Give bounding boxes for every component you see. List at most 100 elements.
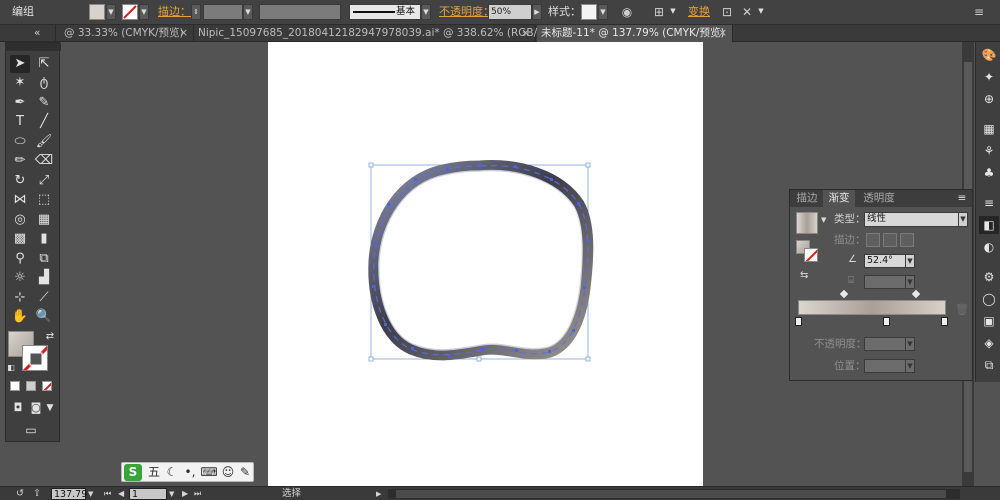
- opacity-input[interactable]: 50%: [488, 4, 532, 20]
- stop-location-input[interactable]: [864, 359, 906, 373]
- magic-wand-tool-icon[interactable]: ✶: [10, 74, 30, 92]
- angle-dropdown[interactable]: ▼: [905, 254, 915, 268]
- gradient-stop[interactable]: [795, 317, 802, 326]
- gradient-stop[interactable]: [883, 317, 890, 326]
- artboard-dropdown[interactable]: ▼: [169, 488, 177, 500]
- zoom-input[interactable]: 137.79: [51, 488, 87, 500]
- zoom-tool-icon[interactable]: 🔍: [34, 308, 54, 326]
- shape-builder-tool-icon[interactable]: ◎: [10, 211, 30, 229]
- gradient-tool-icon[interactable]: ▮: [34, 230, 54, 248]
- screen-mode-icon[interactable]: ▭: [20, 421, 42, 439]
- color-icon[interactable]: 🎨: [979, 46, 999, 64]
- tab-document-2[interactable]: Nipic_15097685_20180412182947978039.ai* …: [194, 25, 562, 42]
- perspective-grid-tool-icon[interactable]: ▦: [34, 211, 54, 229]
- rotate-view-icon[interactable]: ↺: [16, 488, 28, 500]
- angle-input[interactable]: 52.4°: [864, 254, 906, 268]
- transform-dropdown[interactable]: ▼: [756, 4, 766, 20]
- color-guide-icon[interactable]: ✦: [979, 68, 999, 86]
- scale-tool-icon[interactable]: ⤢: [34, 172, 54, 190]
- stroke-along-icon[interactable]: [883, 233, 897, 247]
- stroke-weight-field[interactable]: [203, 4, 243, 20]
- stroke-color-swatch[interactable]: [122, 4, 138, 20]
- artwork-canvas[interactable]: [268, 42, 703, 486]
- ring-shape[interactable]: [368, 160, 594, 361]
- last-artboard-icon[interactable]: ⏭: [194, 488, 206, 500]
- stroke-swatch[interactable]: [804, 248, 818, 262]
- paintbrush-tool-icon[interactable]: 🖌: [34, 133, 54, 151]
- eraser-tool-icon[interactable]: ⌫: [34, 152, 54, 170]
- close-icon[interactable]: ×: [179, 25, 188, 42]
- panel-grip[interactable]: [6, 43, 61, 51]
- gradient-stop[interactable]: [941, 317, 948, 326]
- gradient-preset-dropdown[interactable]: ▼: [821, 216, 826, 224]
- ellipse-tool-icon[interactable]: ⬭: [10, 133, 30, 151]
- align-icon[interactable]: ◯: [979, 290, 999, 308]
- opacity-label[interactable]: 不透明度：: [439, 4, 494, 20]
- transparency-icon[interactable]: ◐: [979, 238, 999, 256]
- none-mode-button[interactable]: [42, 381, 52, 391]
- tab-document-1[interactable]: @ 33.33% (CMYK/预览) ×: [60, 25, 194, 42]
- variable-width-profile[interactable]: [259, 4, 341, 20]
- hand-tool-icon[interactable]: ✋: [10, 308, 30, 326]
- selection-tool-icon[interactable]: ➤: [10, 55, 30, 73]
- stroke-weight-label[interactable]: 描边：: [158, 4, 191, 20]
- column-graph-tool-icon[interactable]: ▟: [34, 269, 54, 287]
- status-menu-arrow[interactable]: ▶: [376, 488, 384, 500]
- horizontal-scrollbar[interactable]: [388, 489, 960, 499]
- punctuation-icon[interactable]: •,: [182, 464, 198, 481]
- artboard-tool-icon[interactable]: ⊹: [10, 289, 30, 307]
- gradient-type-dropdown[interactable]: ▼: [958, 212, 968, 227]
- fill-color-swatch[interactable]: [89, 4, 105, 20]
- panel-menu-icon[interactable]: ≡: [970, 4, 988, 20]
- midpoint-diamond[interactable]: [839, 289, 849, 299]
- transform-options-icon[interactable]: ✕: [738, 4, 756, 20]
- keyboard-icon[interactable]: ⌨: [200, 464, 218, 481]
- stroke-icon[interactable]: ≡: [979, 194, 999, 212]
- line-segment-tool-icon[interactable]: ╱: [34, 113, 54, 131]
- recolor-artwork-icon[interactable]: ◉: [618, 4, 636, 20]
- pencil-tool-icon[interactable]: ✏: [10, 152, 30, 170]
- slice-tool-icon[interactable]: ⟋: [34, 289, 54, 307]
- zoom-dropdown[interactable]: ▼: [88, 488, 96, 500]
- brush-definition-field[interactable]: 基本: [349, 4, 421, 20]
- layers-icon[interactable]: ◈: [979, 334, 999, 352]
- lasso-tool-icon[interactable]: ტ: [34, 74, 54, 92]
- aspect-ratio-input[interactable]: [864, 275, 906, 289]
- pen-tool-icon[interactable]: ✒: [10, 94, 30, 112]
- half-width-icon[interactable]: ☾: [164, 464, 180, 481]
- curvature-tool-icon[interactable]: ✎: [34, 94, 54, 112]
- close-icon[interactable]: ×: [521, 25, 530, 42]
- gradient-type-select[interactable]: 线性: [864, 212, 960, 227]
- fill-dropdown[interactable]: ▼: [106, 4, 116, 20]
- settings-icon[interactable]: ✎: [237, 464, 253, 481]
- align-grid-icon[interactable]: ⊞: [650, 4, 668, 20]
- transform-label[interactable]: 变换: [688, 4, 710, 20]
- ime-logo-icon[interactable]: S: [124, 464, 142, 481]
- stop-location-dropdown[interactable]: ▼: [905, 359, 915, 373]
- delete-stop-icon[interactable]: 🗑: [955, 303, 969, 316]
- user-icon[interactable]: ☺: [220, 464, 236, 481]
- artboards-icon[interactable]: ⧉: [979, 356, 999, 374]
- color-mode-button[interactable]: [10, 381, 20, 391]
- graphic-styles-icon[interactable]: ♣: [979, 164, 999, 182]
- panel-menu-icon[interactable]: ≡: [955, 190, 969, 207]
- swatches-icon[interactable]: ⊕: [979, 90, 999, 108]
- gradient-slider[interactable]: [798, 300, 946, 315]
- tab-gradient[interactable]: 渐变: [823, 190, 855, 207]
- gradient-icon[interactable]: ◧: [979, 216, 999, 234]
- ime-mode-label[interactable]: 五: [146, 464, 162, 481]
- align-dropdown[interactable]: ▼: [668, 4, 678, 20]
- graphic-style-swatch[interactable]: [581, 4, 597, 20]
- appearance-icon[interactable]: ⚙: [979, 268, 999, 286]
- symbols-icon[interactable]: ⚘: [979, 142, 999, 160]
- default-colors-icon[interactable]: ◧: [6, 359, 16, 377]
- tab-transparency[interactable]: 透明度: [857, 190, 901, 207]
- gradient-thumbnail[interactable]: [796, 212, 818, 234]
- width-tool-icon[interactable]: ⋈: [10, 191, 30, 209]
- stop-opacity-dropdown[interactable]: ▼: [905, 337, 915, 351]
- direct-selection-tool-icon[interactable]: ⇱: [34, 55, 54, 73]
- isolate-group-icon[interactable]: ⊡: [718, 4, 736, 20]
- mesh-tool-icon[interactable]: ▩: [10, 230, 30, 248]
- drawing-mode-dropdown[interactable]: ▼: [43, 399, 57, 417]
- aspect-ratio-dropdown[interactable]: ▼: [905, 275, 915, 289]
